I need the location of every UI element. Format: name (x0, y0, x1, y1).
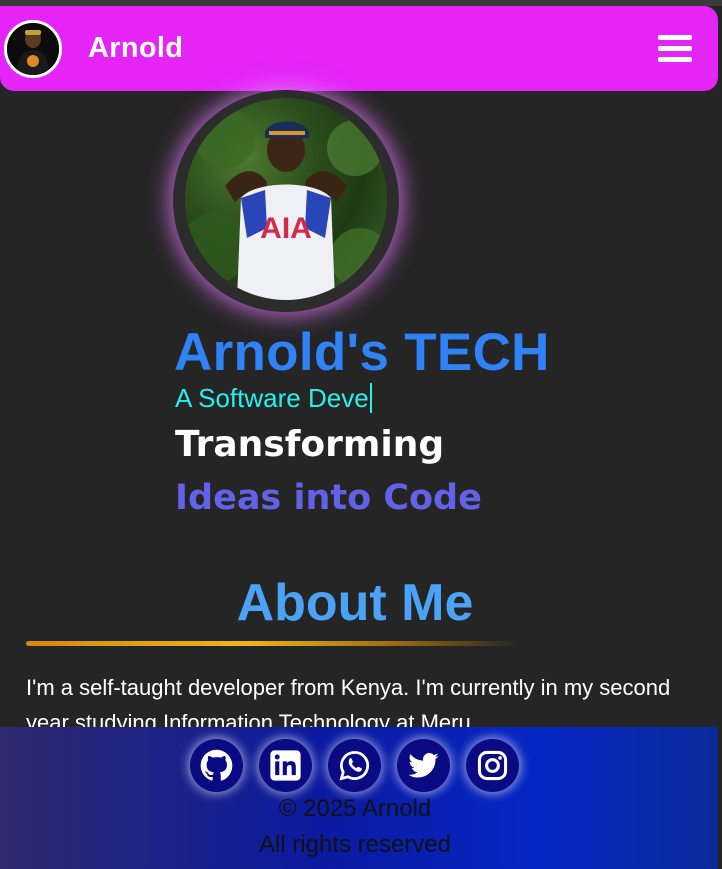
whatsapp-icon[interactable] (328, 739, 381, 792)
linkedin-icon[interactable] (259, 739, 312, 792)
navbar: Arnold (0, 6, 718, 91)
tagline-line-2: Ideas into Code (175, 478, 482, 518)
avatar-image (7, 23, 59, 75)
copyright-text: © 2025 Arnold (278, 795, 432, 822)
site-title[interactable]: Arnold (88, 32, 183, 65)
brand-heading: Arnold's TECH (174, 323, 550, 382)
footer: © 2025 Arnold All rights reserved (0, 727, 718, 869)
svg-text:AIA: AIA (260, 212, 312, 245)
twitter-icon[interactable] (397, 739, 450, 792)
about-divider (26, 641, 518, 646)
profile-photo-image: AIA (185, 108, 387, 300)
typed-subtitle: A Software Deve (175, 383, 372, 414)
hamburger-menu-icon[interactable] (658, 35, 692, 63)
tagline-line-1: Transforming (175, 424, 445, 465)
typing-cursor (369, 383, 372, 413)
rights-text: All rights reserved (258, 831, 452, 858)
avatar[interactable] (4, 20, 62, 78)
profile-photo: AIA (173, 90, 399, 312)
about-title: About Me (236, 574, 474, 632)
instagram-icon[interactable] (466, 739, 519, 792)
github-icon[interactable] (190, 739, 243, 792)
